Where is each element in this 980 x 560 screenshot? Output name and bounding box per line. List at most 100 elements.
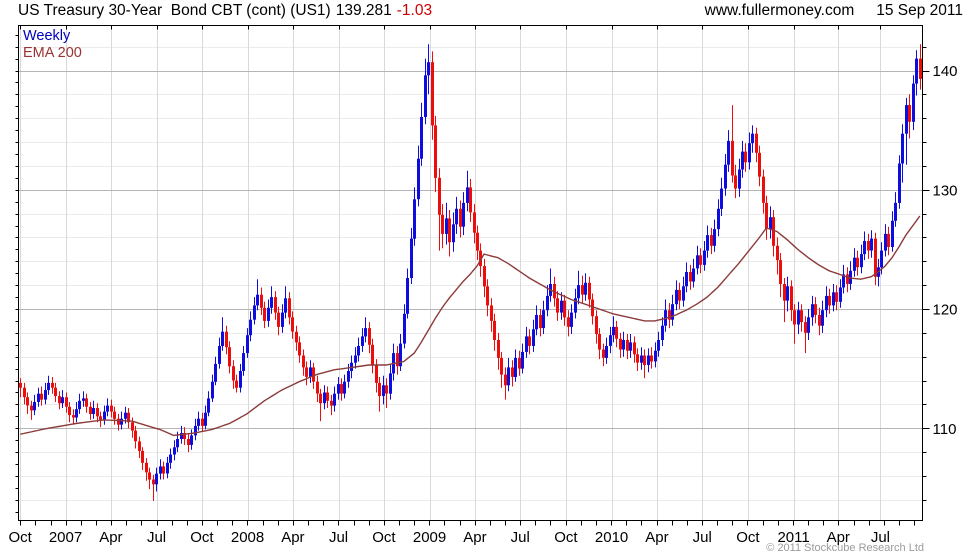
candle-body [755, 133, 758, 153]
candle-body [661, 325, 664, 340]
candle-body [710, 235, 713, 246]
candle-body [919, 58, 922, 79]
x-axis-label: Apr [645, 529, 668, 546]
date-text: 15 Sep 2011 [876, 2, 963, 19]
candle-body [459, 208, 462, 227]
x-axis-label: 2008 [231, 529, 264, 546]
candle-body [47, 382, 50, 391]
candle-body [44, 390, 47, 400]
candle-body [368, 328, 371, 345]
candle-body [455, 208, 458, 225]
candle-body [357, 346, 360, 356]
y-axis-label: 130 [933, 182, 958, 199]
candle-body [110, 405, 113, 412]
candle-body [626, 340, 629, 351]
candle-body [131, 422, 134, 431]
candle-body [371, 344, 374, 366]
candle-body [249, 319, 252, 336]
x-axis-label: Apr [463, 529, 486, 546]
candle-body [731, 140, 734, 176]
candle-body [337, 384, 340, 394]
candle-body [629, 342, 632, 351]
candle-body [908, 105, 911, 122]
candle-body [302, 355, 305, 368]
candle-body [448, 218, 451, 243]
candle-body [720, 188, 723, 209]
candle-body [403, 313, 406, 344]
candle-body [194, 425, 197, 436]
price-change: -1.03 [396, 2, 433, 19]
candle-body [424, 75, 427, 117]
candle-body [800, 310, 803, 323]
candle-body [441, 214, 444, 234]
candle-body [744, 151, 747, 163]
candle-body [19, 382, 22, 388]
candle-body [654, 350, 657, 362]
last-price: 139.281 [335, 2, 392, 19]
candle-body [40, 393, 43, 400]
website-text: www.fullermoney.com [704, 2, 855, 19]
chart-title: US Treasury 30-Year Bond CBT (cont) (US1… [18, 2, 331, 19]
candle-body [68, 406, 71, 416]
candles [19, 44, 922, 501]
candle-body [915, 58, 918, 84]
candle-body [417, 158, 420, 200]
candle-body [581, 285, 584, 295]
candle-body [507, 367, 510, 386]
header-right: www.fullermoney.com 15 Sep 2011 [705, 2, 963, 20]
candle-body [343, 381, 346, 394]
candle-body [469, 187, 472, 213]
x-axis-label: Oct [736, 529, 760, 546]
candle-body [609, 335, 612, 346]
candle-body [218, 346, 221, 364]
candle-body [727, 140, 730, 165]
candle-body [870, 238, 873, 251]
candle-body [323, 392, 326, 404]
candle-body [298, 342, 301, 356]
candle-body [389, 373, 392, 394]
candle-body [668, 310, 671, 320]
candle-body [650, 355, 653, 362]
candle-body [818, 315, 821, 326]
candle-body [633, 342, 636, 355]
candle-body [155, 473, 158, 485]
candle-body [51, 382, 54, 388]
candle-body [905, 105, 908, 134]
y-axis-label: 140 [933, 63, 958, 80]
candle-body [724, 164, 727, 189]
candle-body [452, 224, 455, 243]
x-axis-label: Apr [281, 529, 304, 546]
candle-body [605, 346, 608, 358]
candle-body [643, 355, 646, 365]
candle-body [166, 462, 169, 474]
candle-body [319, 393, 322, 404]
candle-body [640, 355, 643, 363]
candle-body [884, 233, 887, 251]
candle-body [305, 367, 308, 377]
candle-body [563, 300, 566, 318]
candle-body [863, 241, 866, 255]
candle-body [263, 307, 266, 321]
x-axis-label: Oct [554, 529, 578, 546]
candle-body [281, 312, 284, 327]
candle-body [811, 304, 814, 318]
chart-page: 110 120 130 140 Oct 2007 Apr Jul Oct 2008 Apr Jul Oc… [0, 0, 980, 560]
candle-body [291, 317, 294, 332]
candle-body [246, 335, 249, 354]
candle-body [595, 316, 598, 335]
candle-body [235, 380, 238, 388]
candle-body [734, 175, 737, 189]
candle-body [201, 418, 204, 426]
candle-body [162, 466, 165, 474]
x-axis-label: Oct [372, 529, 396, 546]
candle-body [483, 266, 486, 287]
candle-body [413, 199, 416, 239]
candle-body [535, 315, 538, 330]
candle-body [340, 384, 343, 394]
candle-body [148, 472, 151, 480]
candle-body [85, 398, 88, 407]
chart-header: US Treasury 30-Year Bond CBT (cont) (US1… [18, 2, 432, 20]
candle-body [856, 257, 859, 268]
candle-body [748, 143, 751, 163]
candle-body [106, 405, 109, 412]
